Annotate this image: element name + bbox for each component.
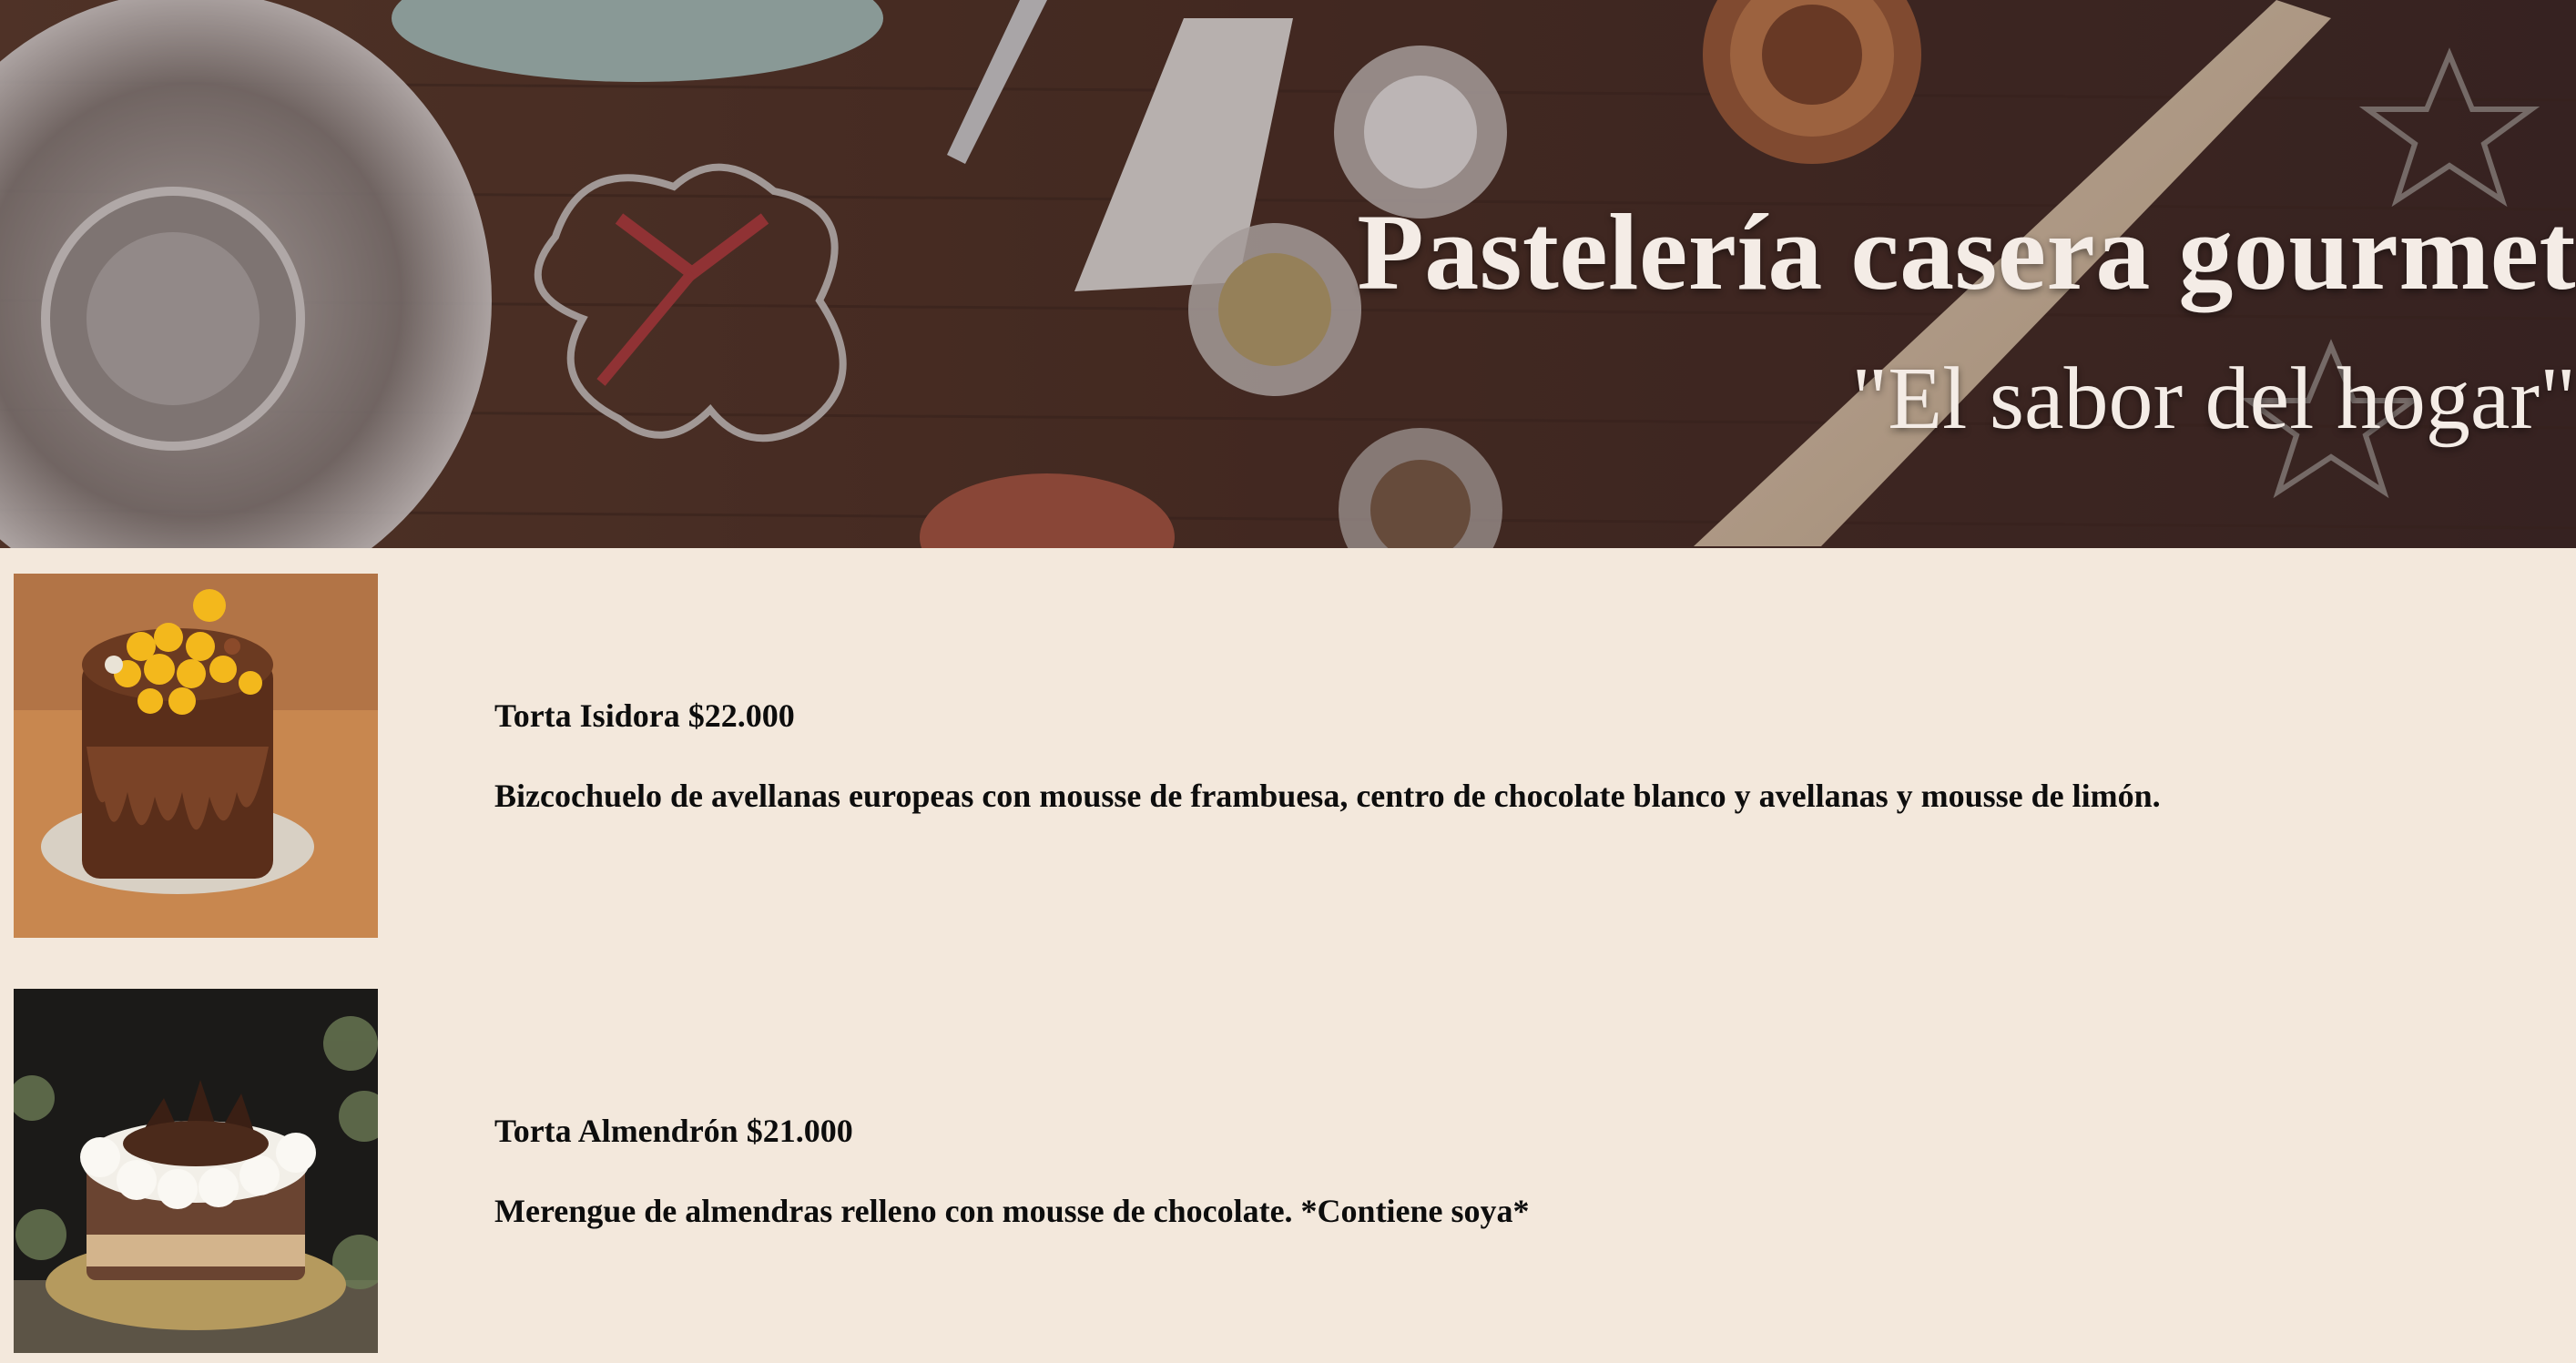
- product-title: Torta Isidora $22.000: [494, 697, 795, 734]
- product-item: Torta Almendrón $21.000 Merengue de alme…: [14, 989, 2563, 1353]
- hero-subtitle: "El sabor del hogar": [1851, 350, 2576, 448]
- product-title: Torta Almendrón $21.000: [494, 1113, 853, 1149]
- product-description: Bizcochuelo de avellanas europeas con mo…: [494, 778, 2161, 814]
- product-description: Merengue de almendras relleno con mousse…: [494, 1193, 1530, 1229]
- product-item: Torta Isidora $22.000 Bizcochuelo de ave…: [14, 574, 2563, 938]
- hero-title: Pastelería casera gourmet: [1357, 191, 2576, 312]
- hero-banner: Pastelería casera gourmet "El sabor del …: [0, 0, 2576, 548]
- meringue-chocolate-cake-image: [14, 989, 378, 1353]
- chocolate-drip-cake-image: [14, 574, 378, 938]
